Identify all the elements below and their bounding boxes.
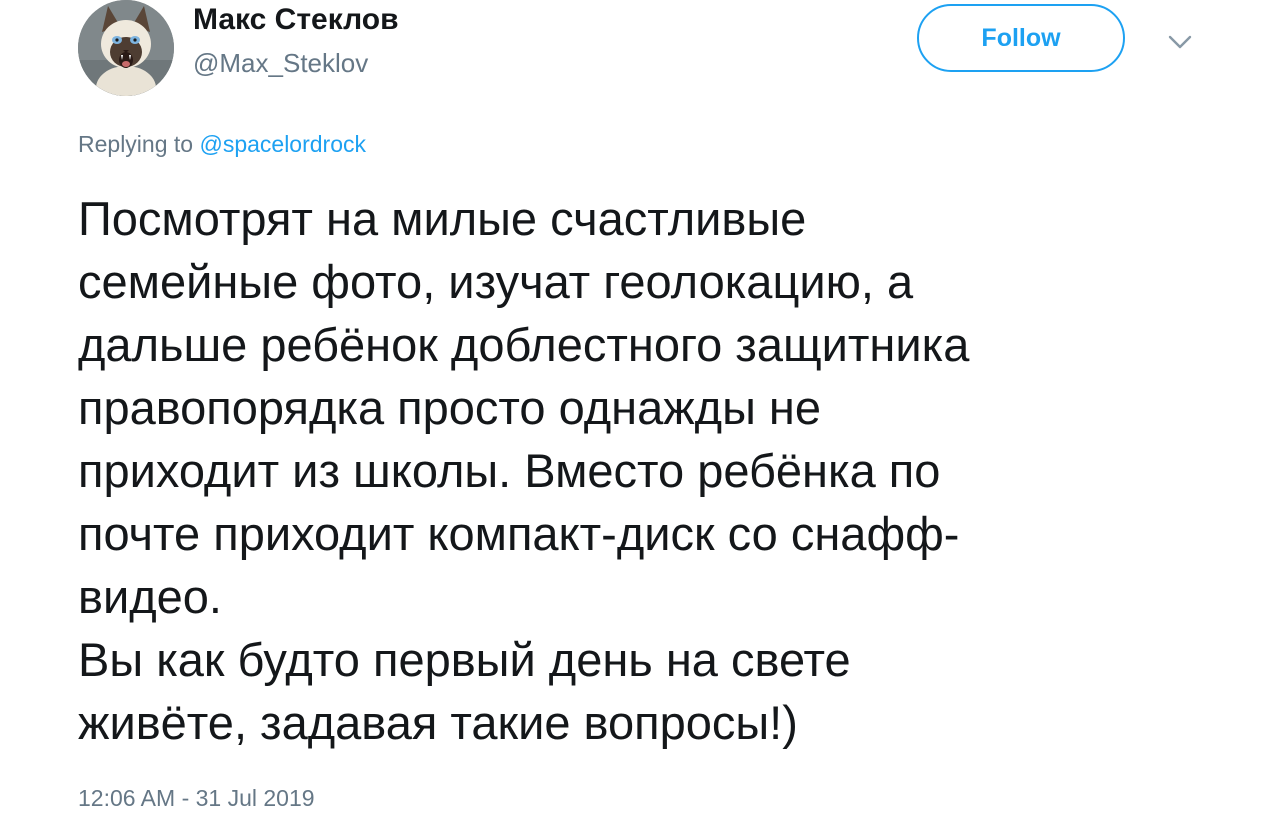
replying-to-label: Replying to <box>78 131 194 157</box>
follow-button[interactable]: Follow <box>917 4 1125 72</box>
chevron-down-icon <box>1168 35 1192 49</box>
siamese-cat-avatar <box>78 0 174 96</box>
tweet-paragraph: Посмотрят на милые счастливые семейные ф… <box>78 192 970 623</box>
tweet-text: Посмотрят на милые счастливые семейные ф… <box>78 187 1208 754</box>
avatar[interactable] <box>78 0 174 96</box>
tweet-timestamp[interactable]: 12:06 AM - 31 Jul 2019 <box>78 783 315 813</box>
reply-mention-link[interactable]: @spacelordrock <box>199 131 366 157</box>
tweet-menu-button[interactable] <box>1164 30 1196 54</box>
replying-to: Replying to @spacelordrock <box>78 129 366 159</box>
author-display-name[interactable]: Макс Стеклов <box>193 2 399 38</box>
author-handle[interactable]: @Max_Steklov <box>193 47 368 79</box>
tweet-paragraph: Вы как будто первый день на свете живёте… <box>78 633 851 749</box>
